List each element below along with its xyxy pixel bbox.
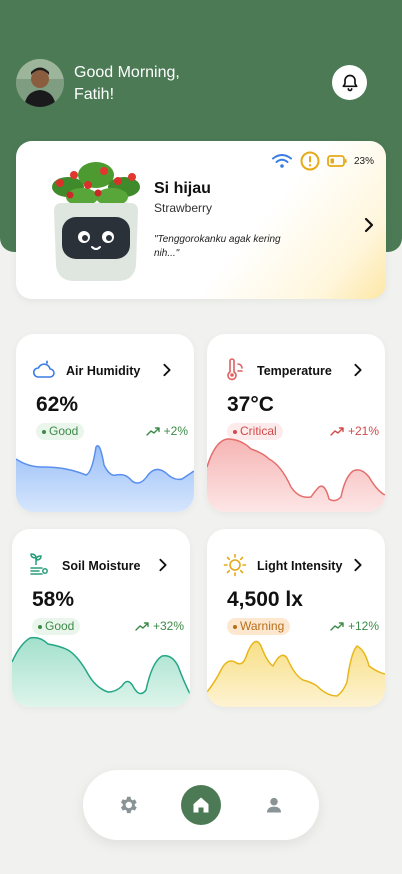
settings-icon — [120, 796, 137, 814]
metric-value: 37°C — [227, 393, 274, 416]
thermometer-icon — [227, 358, 243, 381]
temperature-wave-chart — [207, 438, 385, 512]
chevron-right-icon[interactable] — [160, 363, 174, 377]
trend-indicator: +2% — [145, 424, 188, 438]
greeting-text: Good Morning, Fatih! — [74, 62, 274, 106]
metric-value: 62% — [36, 393, 79, 416]
alert-icon — [300, 151, 320, 171]
smart-pot-icon — [52, 162, 140, 281]
metric-card-air-humidity[interactable]: Air Humidity 62% Good +2% — [16, 334, 194, 512]
nav-home[interactable] — [181, 785, 221, 825]
trend-indicator: +32% — [135, 619, 184, 633]
chevron-right-icon[interactable] — [351, 363, 365, 377]
trend-up-icon — [145, 427, 160, 436]
metric-title: Temperature — [257, 364, 332, 378]
metric-title: Soil Moisture — [62, 559, 141, 573]
battery-percentage: 23% — [353, 155, 374, 167]
battery-icon — [327, 155, 347, 167]
chevron-right-icon[interactable] — [351, 558, 365, 572]
plant-message: "Tenggorokanku agak kering nih..." — [154, 234, 281, 259]
wifi-icon — [271, 154, 292, 168]
avatar[interactable] — [16, 59, 64, 107]
trend-up-icon — [330, 427, 344, 436]
user-name: Fatih! — [74, 86, 115, 103]
metric-value: 58% — [32, 588, 75, 611]
sprout-icon — [30, 553, 48, 575]
nav-profile[interactable] — [254, 785, 294, 825]
notification-button[interactable] — [332, 65, 367, 100]
light-intensity-wave-chart — [207, 640, 385, 707]
metric-card-soil-moisture[interactable]: Soil Moisture 58% Good +32% — [12, 529, 190, 707]
sun-icon — [223, 553, 247, 577]
trend-up-icon — [135, 622, 149, 631]
metric-card-light-intensity[interactable]: Light Intensity 4,500 lx Warning +12% — [207, 529, 385, 707]
chevron-right-icon[interactable] — [361, 217, 377, 233]
bell-icon — [342, 74, 357, 91]
trend-indicator: +12% — [330, 619, 379, 633]
humidity-wave-chart — [16, 445, 194, 512]
metric-card-temperature[interactable]: Temperature 37°C Critical +21% — [207, 334, 385, 512]
device-status-icons: 23% — [271, 151, 374, 171]
greeting-line: Good Morning, — [74, 64, 180, 81]
plant-name: Si hijau — [154, 180, 211, 197]
chevron-right-icon[interactable] — [156, 558, 170, 572]
plant-card[interactable]: 23% Si hijau Strawberry "Tenggorokanku a… — [16, 141, 386, 299]
soil-moisture-wave-chart — [12, 636, 190, 707]
avatar-photo-icon — [16, 59, 64, 107]
nav-settings[interactable] — [108, 785, 148, 825]
plant-species: Strawberry — [154, 201, 213, 215]
metric-title: Light Intensity — [257, 559, 343, 573]
trend-indicator: +21% — [330, 424, 379, 438]
metric-value: 4,500 lx — [227, 588, 303, 611]
home-icon — [193, 797, 209, 813]
cloud-humidity-icon — [32, 360, 55, 378]
metric-title: Air Humidity — [66, 364, 141, 378]
bottom-nav — [83, 770, 319, 840]
trend-up-icon — [330, 622, 344, 631]
user-icon — [266, 797, 282, 813]
